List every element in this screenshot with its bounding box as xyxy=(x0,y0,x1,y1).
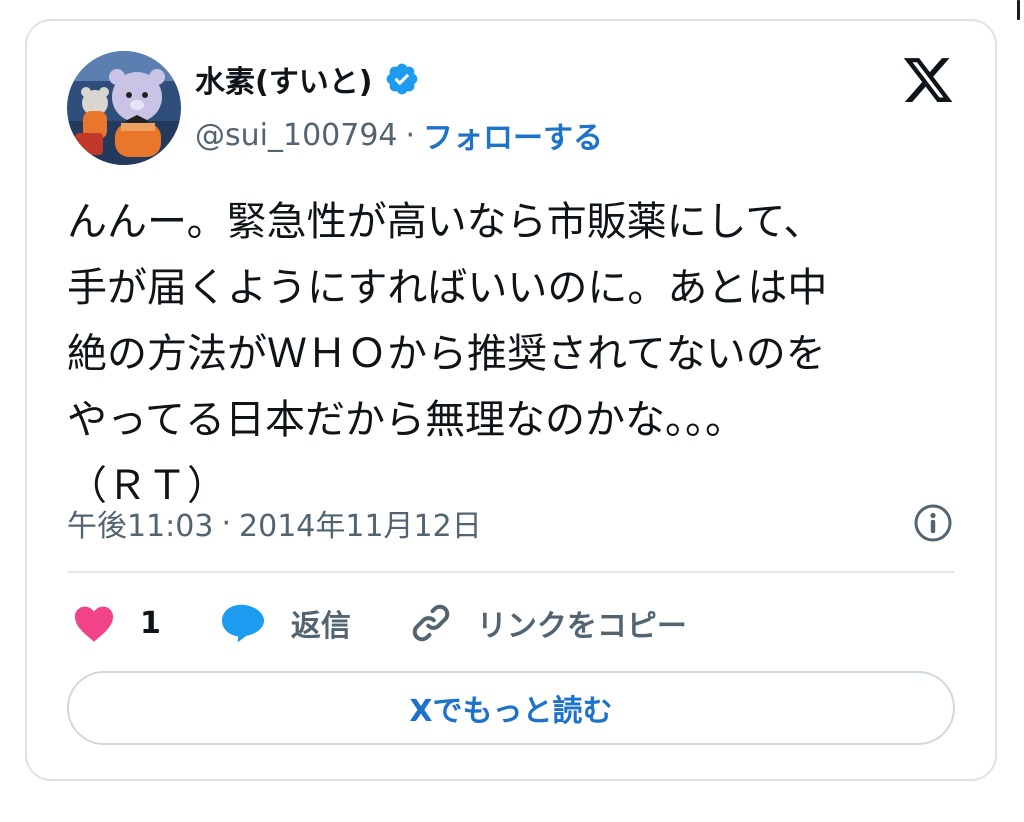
verified-badge-icon xyxy=(384,61,420,97)
reply-label: 返信 xyxy=(290,609,351,644)
copy-link-label: リンクをコピー xyxy=(476,609,687,644)
separator-dot: · xyxy=(405,117,416,153)
scrollbar-thumb[interactable] xyxy=(1017,0,1020,20)
tweet-text: んんー。緊急性が高いなら市販薬にして、 手が届くようにすればいいのに。あとは中 … xyxy=(67,189,967,519)
tweet-card: 水素(すいと) @sui_100794 · フォローする んんー。緊急性が高いな… xyxy=(25,19,997,781)
tweet-time: 午後11:03 xyxy=(67,509,214,544)
tweet-text-line: 手が届くようにすればいいのに。あとは中 xyxy=(67,265,828,311)
link-icon xyxy=(409,601,453,645)
user-name-row: 水素(すいと) xyxy=(195,57,420,101)
tweet-date: 2014年11月12日 xyxy=(239,509,482,544)
like-count: 1 xyxy=(140,605,161,641)
like-button[interactable]: 1 xyxy=(72,603,161,643)
avatar[interactable] xyxy=(67,51,181,165)
speech-bubble-icon xyxy=(221,602,265,644)
separator-dot: · xyxy=(221,505,232,541)
reply-button[interactable]: 返信 xyxy=(221,601,351,645)
divider xyxy=(67,571,955,573)
user-handle[interactable]: @sui_100794 xyxy=(195,118,398,153)
tweet-text-line: 絶の方法がＷＨＯから推奨されてないのを xyxy=(67,331,826,377)
read-more-button[interactable]: Xでもっと読む xyxy=(67,671,955,745)
copy-link-button[interactable]: リンクをコピー xyxy=(409,601,687,645)
heart-icon xyxy=(72,603,116,643)
action-bar: 1 返信 リンクをコピー xyxy=(72,599,687,647)
follow-button[interactable]: フォローする xyxy=(423,113,603,157)
handle-row: @sui_100794 · フォローする xyxy=(195,113,603,157)
display-name[interactable]: 水素(すいと) xyxy=(195,57,372,101)
tweet-text-line: やってる日本だから無理なのかな。。。 xyxy=(67,397,745,443)
avatar-image xyxy=(67,51,181,165)
tweet-text-line: んんー。緊急性が高いなら市販薬にして、 xyxy=(67,199,824,245)
x-logo-icon[interactable] xyxy=(901,53,955,107)
tweet-timestamp[interactable]: 午後11:03 · 2014年11月12日 xyxy=(67,501,482,545)
info-icon[interactable] xyxy=(913,503,953,543)
